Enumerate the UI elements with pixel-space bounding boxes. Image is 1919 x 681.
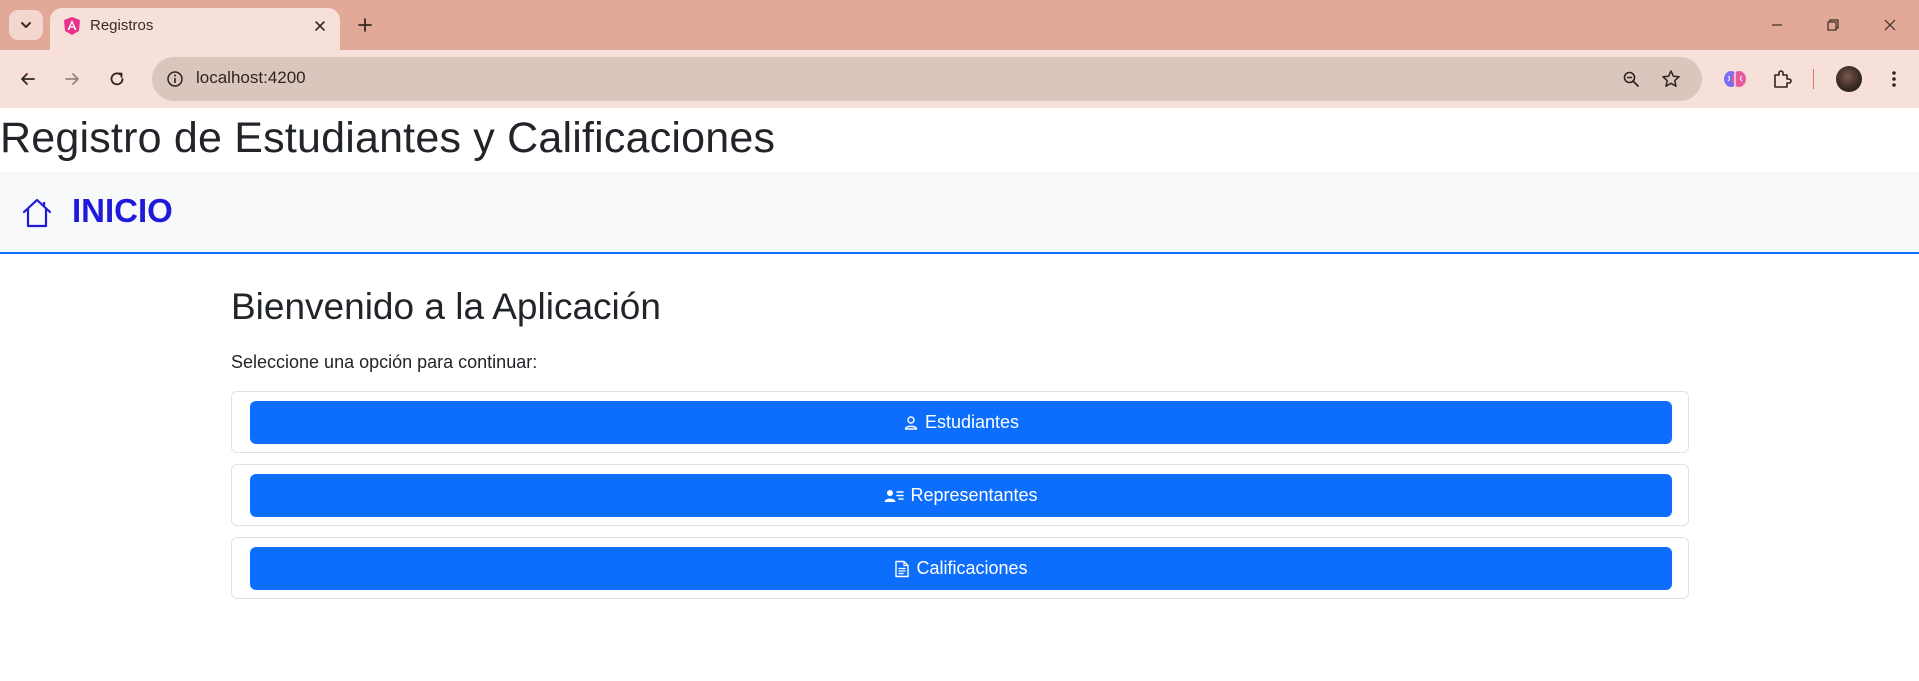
chevron-down-icon	[21, 22, 31, 28]
bookmark-star-icon[interactable]	[1660, 68, 1682, 90]
minimize-icon[interactable]	[1764, 12, 1790, 38]
main-container: Bienvenido a la Aplicación Seleccione un…	[231, 280, 1689, 610]
browser-tab[interactable]: Registros	[50, 8, 340, 50]
new-tab-plus-icon[interactable]	[352, 12, 378, 38]
app-title: Registro de Estudiantes y Calificaciones	[0, 114, 776, 162]
instruction-text: Seleccione una opción para continuar:	[231, 352, 538, 372]
navbar: INICIO	[0, 172, 1919, 254]
estudiantes-label: Estudiantes	[924, 412, 1020, 432]
nav-home-link[interactable]: INICIO	[72, 192, 173, 230]
representantes-label: Representantes	[910, 485, 1038, 505]
tab-search-button[interactable]	[9, 10, 43, 40]
more-menu-icon[interactable]	[1880, 65, 1908, 93]
close-tab-icon[interactable]	[310, 16, 330, 36]
representantes-button[interactable]: Representantes	[250, 474, 1672, 517]
browser-toolbar: localhost:4200	[0, 50, 1919, 108]
reload-icon[interactable]	[101, 63, 133, 95]
angular-logo-icon	[64, 17, 80, 35]
zoom-out-icon[interactable]	[1620, 68, 1642, 90]
file-text-icon	[895, 560, 910, 577]
extension-brain-icon[interactable]	[1721, 65, 1749, 93]
person-icon	[904, 415, 918, 430]
tab-title: Registros	[90, 17, 154, 34]
profile-avatar[interactable]	[1836, 66, 1862, 92]
estudiantes-button[interactable]: Estudiantes	[250, 401, 1672, 444]
option-card: Estudiantes	[231, 391, 1689, 453]
calificaciones-label: Calificaciones	[916, 558, 1028, 578]
site-info-icon[interactable]	[164, 68, 186, 90]
extensions-puzzle-icon[interactable]	[1768, 65, 1796, 93]
page-content: Registro de Estudiantes y Calificaciones…	[0, 108, 1919, 681]
option-card: Representantes	[231, 464, 1689, 526]
toolbar-divider	[1813, 69, 1814, 89]
house-icon[interactable]	[20, 196, 54, 230]
browser-tab-bar: Registros	[0, 0, 1919, 50]
options-list: Estudiantes Representantes Calificacione…	[231, 391, 1689, 599]
forward-arrow-icon[interactable]	[56, 63, 88, 95]
url-text[interactable]: localhost:4200	[196, 68, 306, 88]
back-arrow-icon[interactable]	[12, 63, 44, 95]
welcome-heading: Bienvenido a la Aplicación	[231, 286, 661, 327]
restore-icon[interactable]	[1820, 12, 1846, 38]
person-lines-icon	[884, 489, 905, 502]
option-card: Calificaciones	[231, 537, 1689, 599]
calificaciones-button[interactable]: Calificaciones	[250, 547, 1672, 590]
address-bar[interactable]: localhost:4200	[152, 57, 1702, 101]
close-window-icon[interactable]	[1877, 12, 1903, 38]
